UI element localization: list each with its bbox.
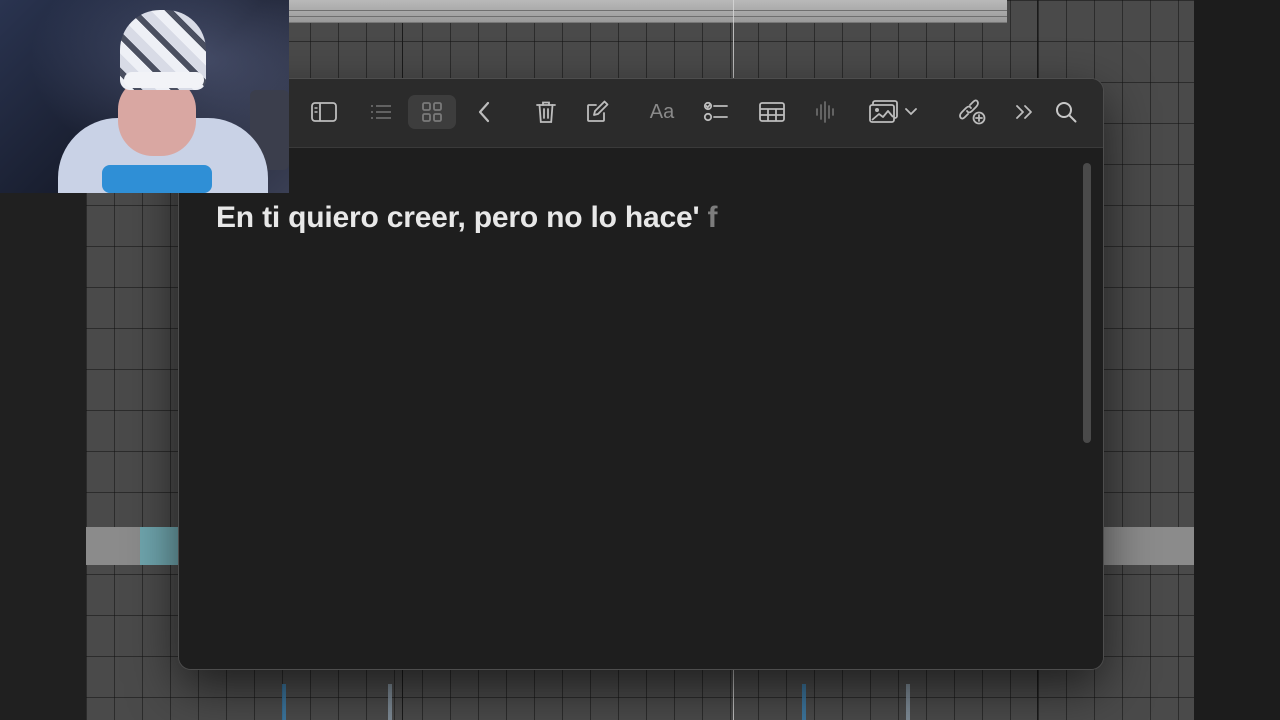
daw-right-panel — [1194, 0, 1280, 720]
back-icon — [477, 101, 491, 123]
more-tools-button[interactable] — [1009, 95, 1039, 129]
checklist-button[interactable] — [699, 95, 733, 129]
trash-icon — [535, 100, 557, 124]
delete-note-button[interactable] — [529, 95, 563, 129]
daw-marker — [906, 684, 910, 720]
table-button[interactable] — [755, 95, 789, 129]
list-view-icon — [369, 103, 393, 121]
media-icon — [869, 100, 899, 124]
note-cursor-text: f — [699, 201, 718, 234]
daw-marker — [802, 684, 806, 720]
sidebar-icon — [311, 102, 337, 122]
daw-marker — [388, 684, 392, 720]
search-button[interactable] — [1051, 95, 1081, 129]
checklist-icon — [703, 101, 729, 123]
notes-toolbar: Aa — [179, 79, 1103, 148]
daw-highlighted-row — [86, 527, 180, 565]
list-view-button[interactable] — [364, 95, 398, 129]
hat-band — [124, 72, 204, 88]
gallery-view-button[interactable] — [408, 95, 456, 129]
compose-note-button[interactable] — [580, 95, 614, 129]
audio-record-button[interactable] — [809, 95, 843, 129]
insert-media-button[interactable] — [865, 95, 921, 129]
daw-highlighted-row — [1104, 527, 1194, 565]
back-button[interactable] — [469, 95, 499, 129]
note-body-text[interactable]: En ti quiero creer, pero no lo hace' f — [216, 201, 718, 235]
gallery-view-icon — [421, 101, 443, 123]
shirt-graphic — [102, 165, 212, 193]
share-button[interactable] — [954, 95, 990, 129]
chevron-down-icon — [905, 108, 917, 116]
table-icon — [759, 102, 785, 122]
compose-icon — [585, 100, 609, 124]
daw-midi-note — [140, 527, 180, 565]
daw-marker — [282, 684, 286, 720]
note-typed-text: En ti quiero creer, pero no lo hace' — [216, 201, 700, 234]
search-icon — [1055, 101, 1077, 123]
toggle-sidebar-button[interactable] — [307, 95, 341, 129]
scrollbar[interactable] — [1083, 163, 1091, 443]
webcam-overlay — [0, 0, 289, 193]
daw-timeline-bar — [289, 0, 1007, 23]
more-icon — [1014, 104, 1034, 120]
audio-icon — [815, 100, 837, 124]
share-link-icon — [958, 99, 986, 125]
format-text-button[interactable]: Aa — [643, 95, 681, 129]
format-text-icon: Aa — [649, 100, 675, 123]
notes-window: Aa En ti quiero creer, pero no lo hace' … — [179, 79, 1103, 669]
